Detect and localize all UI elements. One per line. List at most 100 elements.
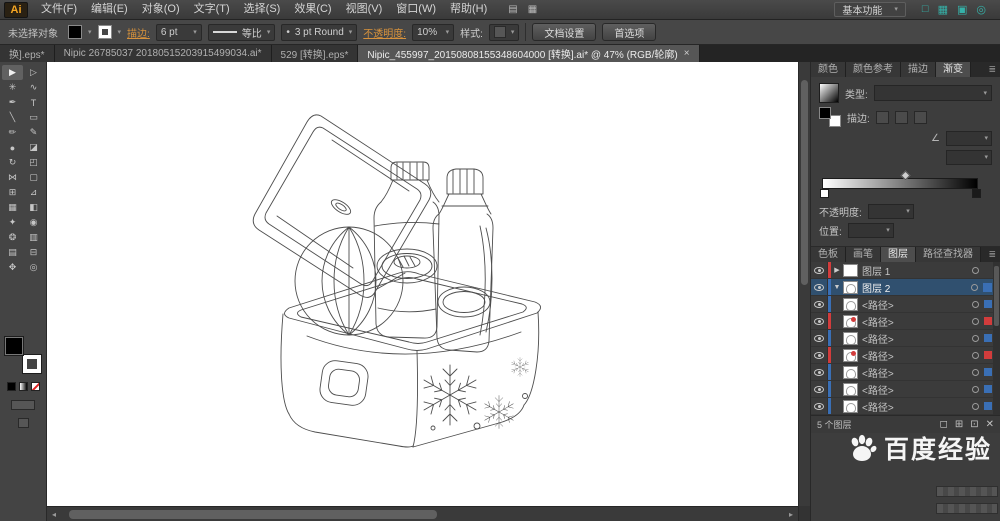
layer-name[interactable]: <路径> — [862, 331, 972, 346]
tab-stroke[interactable]: 描边 — [901, 62, 936, 77]
visibility-toggle[interactable] — [811, 330, 828, 346]
hand-tool[interactable]: ✥ — [2, 260, 23, 275]
gradient-angle-input[interactable]: ▾ — [946, 131, 992, 146]
layer-row[interactable]: <路径> — [811, 364, 1000, 381]
layer-name[interactable]: <路径> — [862, 348, 972, 363]
pen-tool[interactable]: ✒ — [2, 95, 23, 110]
layer-name[interactable]: 图层 2 — [862, 280, 971, 295]
layers-scroll-thumb[interactable] — [994, 266, 999, 326]
menu-item-object[interactable]: 对象(O) — [135, 0, 187, 19]
delete-layer-icon[interactable]: ✕ — [986, 419, 994, 430]
line-segment-tool[interactable]: ╲ — [2, 110, 23, 125]
type-tool[interactable]: T — [23, 95, 44, 110]
tab-color-guide[interactable]: 颜色参考 — [846, 62, 901, 77]
layer-name[interactable]: <路径> — [862, 365, 972, 380]
toolbar-fill-swatch[interactable] — [4, 336, 24, 356]
color-button[interactable] — [6, 382, 16, 391]
gradient-stop-white[interactable] — [820, 189, 829, 198]
pencil-tool[interactable]: ✎ — [23, 125, 44, 140]
slice-tool[interactable]: ⊟ — [23, 245, 44, 260]
gradient-type-select[interactable]: ▾ — [873, 85, 992, 101]
close-tab-icon[interactable]: × — [684, 48, 690, 59]
layout-icon[interactable]: □ — [922, 3, 929, 16]
app-logo[interactable]: Ai — [4, 1, 28, 18]
visibility-toggle[interactable] — [811, 381, 828, 397]
scroll-left-icon[interactable]: ◂ — [52, 510, 56, 519]
target-circle[interactable] — [972, 266, 979, 274]
horizontal-scroll-thumb[interactable] — [69, 510, 437, 519]
target-circle[interactable] — [972, 368, 979, 376]
target-circle[interactable] — [972, 300, 979, 308]
gradient-thumbnail[interactable] — [819, 83, 839, 103]
stroke-weight-select[interactable]: 6 pt ▾ — [155, 23, 202, 41]
arrange-documents-icon[interactable]: ▦ — [528, 4, 537, 15]
direct-selection-tool[interactable]: ▷ — [23, 65, 44, 80]
layer-name[interactable]: <路径> — [862, 399, 972, 414]
magic-wand-tool[interactable]: ✳ — [2, 80, 23, 95]
bridge-icon[interactable]: ▤ — [508, 4, 517, 15]
layer-name[interactable]: <路径> — [862, 297, 972, 312]
paintbrush-tool[interactable]: ✏ — [2, 125, 23, 140]
zoom-tool[interactable]: ◎ — [23, 260, 44, 275]
target-circle[interactable] — [972, 334, 979, 342]
vertical-scroll-thumb[interactable] — [801, 80, 808, 285]
visibility-toggle[interactable] — [811, 279, 828, 295]
layer-row-selected[interactable]: ▼ 图层 2 — [811, 279, 1000, 296]
width-profile-select[interactable]: 等比 ▾ — [207, 23, 276, 41]
rectangle-tool[interactable]: ▭ — [23, 110, 44, 125]
gradient-within-stroke-icon[interactable] — [875, 110, 889, 124]
eyedropper-tool[interactable]: ✦ — [2, 215, 23, 230]
shape-builder-tool[interactable]: ⊞ — [2, 185, 23, 200]
panel-menu-icon[interactable]: ≣ — [988, 249, 1000, 260]
layer-row[interactable]: <路径> — [811, 313, 1000, 330]
tab-gradient[interactable]: 渐变 — [936, 62, 971, 77]
fill-color-swatch[interactable] — [68, 25, 82, 39]
menu-item-view[interactable]: 视图(V) — [339, 0, 390, 19]
gradient-along-stroke-icon[interactable] — [894, 110, 908, 124]
graphic-style-select[interactable]: ▾ — [488, 23, 520, 41]
perspective-grid-tool[interactable]: ⊿ — [23, 185, 44, 200]
blend-tool[interactable]: ◉ — [23, 215, 44, 230]
opacity-select[interactable]: 10% ▾ — [412, 23, 455, 41]
stroke-panel-link[interactable]: 描边: — [127, 25, 150, 40]
mesh-tool[interactable]: ▦ — [2, 200, 23, 215]
preferences-button[interactable]: 首选项 — [602, 23, 657, 41]
opacity-panel-link[interactable]: 不透明度: — [363, 25, 406, 40]
target-circle[interactable] — [972, 385, 979, 393]
visibility-toggle[interactable] — [811, 364, 828, 380]
gradient-opacity-input[interactable]: ▾ — [867, 204, 914, 219]
document-tab[interactable]: Nipic 26785037 20180515203915499034.ai* — [54, 45, 272, 62]
layer-row[interactable]: <路径> — [811, 296, 1000, 313]
toolbar-stroke-swatch[interactable] — [22, 354, 42, 374]
layer-name[interactable]: 图层 1 — [862, 263, 972, 278]
expand-triangle-icon[interactable]: ▶ — [831, 266, 843, 274]
canvas[interactable] — [47, 62, 798, 506]
stroke-color-swatch[interactable] — [97, 25, 112, 39]
menu-item-edit[interactable]: 编辑(E) — [84, 0, 135, 19]
search-icon[interactable]: ◎ — [976, 3, 986, 16]
visibility-toggle[interactable] — [811, 296, 828, 312]
rotate-tool[interactable]: ↻ — [2, 155, 23, 170]
menu-item-file[interactable]: 文件(F) — [34, 0, 84, 19]
layer-row[interactable]: <路径> — [811, 398, 1000, 415]
free-transform-tool[interactable]: ▢ — [23, 170, 44, 185]
gradient-aspect-ratio-input[interactable]: ▾ — [946, 150, 992, 165]
target-circle[interactable] — [972, 317, 979, 325]
symbol-sprayer-tool[interactable]: ❂ — [2, 230, 23, 245]
visibility-toggle[interactable] — [811, 313, 828, 329]
gradient-across-stroke-icon[interactable] — [913, 110, 927, 124]
document-setup-button[interactable]: 文档设置 — [532, 23, 597, 41]
tab-swatches[interactable]: 色板 — [811, 247, 846, 262]
grid-view-icon[interactable]: ▦ — [938, 3, 948, 16]
brush-definition-select[interactable]: • 3 pt Round ▾ — [281, 23, 358, 41]
blob-brush-tool[interactable]: ● — [2, 140, 23, 155]
menu-item-window[interactable]: 窗口(W) — [389, 0, 443, 19]
gradient-fill-stroke-swatches[interactable] — [819, 107, 841, 127]
layer-name[interactable]: <路径> — [862, 382, 972, 397]
layer-row[interactable]: <路径> — [811, 330, 1000, 347]
swap-view-icon[interactable]: ▣ — [957, 3, 967, 16]
document-tab-active[interactable]: Nipic_455997_20150808155348604000 [转换].a… — [358, 45, 700, 62]
scale-tool[interactable]: ◰ — [23, 155, 44, 170]
tab-color[interactable]: 颜色 — [811, 62, 846, 77]
make-clip-mask-icon[interactable]: ◻ — [940, 419, 948, 430]
